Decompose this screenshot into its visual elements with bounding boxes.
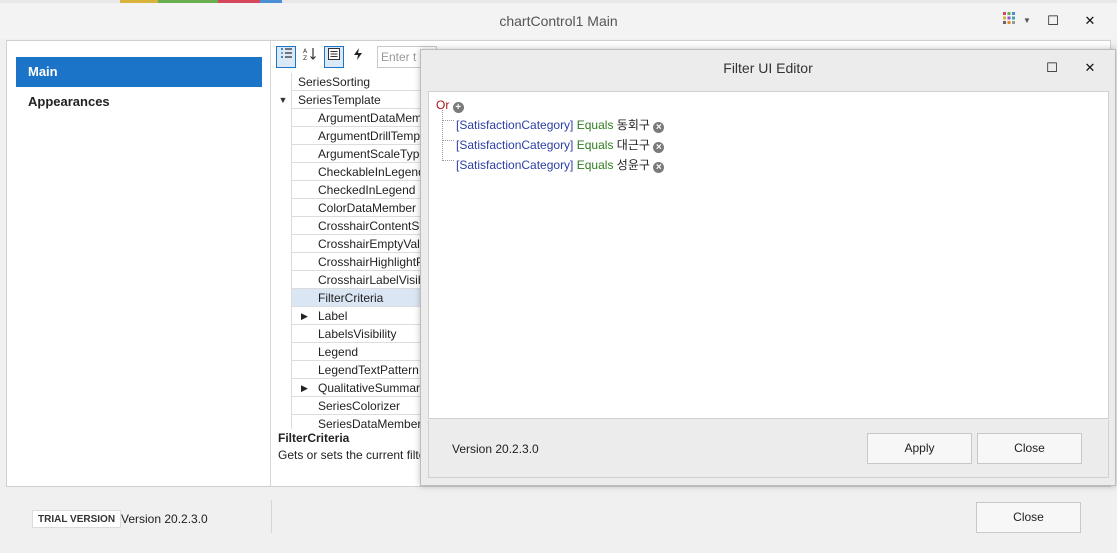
categorized-icon[interactable] bbox=[276, 46, 296, 68]
title-bar: chartControl1 Main ▼ ☐ ✕ bbox=[0, 3, 1117, 39]
dialog-close-icon[interactable]: ✕ bbox=[1079, 58, 1101, 78]
property-label: SeriesTemplate bbox=[291, 91, 425, 109]
tree-connector bbox=[442, 140, 454, 141]
property-row[interactable]: ArgumentScaleType bbox=[275, 145, 425, 163]
filter-group-row: Or + bbox=[436, 97, 464, 113]
tree-connector bbox=[442, 160, 454, 161]
dialog-maximize-button[interactable]: ☐ bbox=[1041, 58, 1063, 78]
property-label: QualitativeSummaryOptions bbox=[291, 379, 425, 397]
property-row-selected[interactable]: FilterCriteria bbox=[275, 289, 425, 307]
property-row[interactable]: SeriesSorting bbox=[275, 73, 425, 91]
close-button[interactable]: Close bbox=[976, 502, 1081, 533]
condition-operator[interactable]: Equals bbox=[577, 118, 614, 132]
property-row[interactable]: LegendTextPattern bbox=[275, 361, 425, 379]
property-row[interactable]: QualitativeSummaryOptions▶ bbox=[275, 379, 425, 397]
property-label: SeriesColorizer bbox=[291, 397, 425, 415]
dialog-close-button[interactable]: Close bbox=[977, 433, 1082, 464]
property-label: ArgumentScaleType bbox=[291, 145, 425, 163]
sidebar-item-appearances[interactable]: Appearances bbox=[16, 87, 262, 117]
expand-icon[interactable]: ▶ bbox=[301, 307, 308, 325]
property-label: CrosshairLabelVisibility bbox=[291, 271, 425, 289]
property-label: LegendTextPattern bbox=[291, 361, 425, 379]
sidebar-item-main[interactable]: Main bbox=[16, 57, 262, 87]
chevron-down-icon[interactable]: ▼ bbox=[1016, 11, 1038, 31]
sort-alpha-icon[interactable]: AZ bbox=[300, 46, 320, 68]
svg-text:A: A bbox=[303, 48, 308, 55]
property-grid: SeriesSorting ▼ SeriesTemplate ArgumentDa… bbox=[275, 73, 425, 429]
filter-condition: [SatisfactionCategory] Equals 대근구 × bbox=[456, 137, 665, 153]
property-label: CrosshairEmptyValueLegendText bbox=[291, 235, 425, 253]
condition-field[interactable]: [SatisfactionCategory] bbox=[456, 118, 573, 132]
condition-value[interactable]: 동회구 bbox=[617, 118, 650, 132]
property-row[interactable]: CheckableInLegend bbox=[275, 163, 425, 181]
condition-value[interactable]: 대근구 bbox=[617, 138, 650, 152]
condition-operator[interactable]: Equals bbox=[577, 138, 614, 152]
property-row[interactable]: CrosshairHighlightPoints bbox=[275, 253, 425, 271]
dialog-title: Filter UI Editor bbox=[723, 60, 813, 76]
condition-value[interactable]: 성윤구 bbox=[617, 158, 650, 172]
sidebar: Main Appearances bbox=[7, 41, 271, 486]
trial-version-badge: TRIAL VERSION bbox=[32, 510, 122, 528]
property-label: Legend bbox=[291, 343, 425, 361]
expand-icon[interactable]: ▶ bbox=[301, 379, 308, 397]
property-row[interactable]: SeriesDataMember bbox=[275, 415, 425, 429]
property-label: CheckableInLegend bbox=[291, 163, 425, 181]
property-label: SeriesDataMember bbox=[291, 415, 425, 429]
remove-circle-icon[interactable]: × bbox=[653, 162, 665, 173]
remove-circle-icon[interactable]: × bbox=[653, 122, 665, 133]
condition-operator[interactable]: Equals bbox=[577, 158, 614, 172]
property-label: LabelsVisibility bbox=[291, 325, 425, 343]
property-row[interactable]: ▼ SeriesTemplate bbox=[275, 91, 425, 109]
property-row[interactable]: Legend bbox=[275, 343, 425, 361]
property-row[interactable]: LabelsVisibility bbox=[275, 325, 425, 343]
property-label: CrosshairHighlightPoints bbox=[291, 253, 425, 271]
property-label: ColorDataMember bbox=[291, 199, 425, 217]
property-label: SeriesSorting bbox=[291, 73, 425, 91]
property-row[interactable]: CheckedInLegend bbox=[275, 181, 425, 199]
condition-field[interactable]: [SatisfactionCategory] bbox=[456, 138, 573, 152]
property-label: ArgumentDrillTemplate bbox=[291, 127, 425, 145]
footer-divider bbox=[271, 500, 272, 533]
property-label: Label bbox=[291, 307, 425, 325]
close-window-button[interactable]: ✕ bbox=[1079, 11, 1101, 31]
property-label: ArgumentDataMember bbox=[291, 109, 425, 127]
property-row[interactable]: CrosshairEmptyValueLegendText bbox=[275, 235, 425, 253]
expand-icon[interactable]: ▼ bbox=[275, 91, 291, 109]
lightning-icon[interactable] bbox=[348, 46, 368, 68]
filter-editor-dialog: Filter UI Editor ☐ ✕ Or + [SatisfactionC… bbox=[420, 49, 1116, 486]
svg-text:Z: Z bbox=[303, 55, 307, 61]
properties-icon[interactable] bbox=[324, 46, 344, 68]
property-row[interactable]: ArgumentDataMember bbox=[275, 109, 425, 127]
property-row[interactable]: CrosshairLabelVisibility bbox=[275, 271, 425, 289]
remove-circle-icon[interactable]: × bbox=[653, 142, 665, 153]
property-label: FilterCriteria bbox=[291, 289, 425, 307]
dialog-footer: Version 20.2.3.0 Apply Close bbox=[428, 420, 1109, 478]
filter-tree: Or + [SatisfactionCategory] Equals 동회구 ×… bbox=[428, 91, 1109, 419]
property-row[interactable]: ColorDataMember bbox=[275, 199, 425, 217]
condition-field[interactable]: [SatisfactionCategory] bbox=[456, 158, 573, 172]
window-title: chartControl1 Main bbox=[499, 13, 618, 29]
dialog-version-label: Version 20.2.3.0 bbox=[452, 442, 539, 456]
plus-circle-icon[interactable]: + bbox=[452, 102, 464, 113]
filter-condition: [SatisfactionCategory] Equals 성윤구 × bbox=[456, 157, 665, 173]
tree-connector bbox=[442, 110, 443, 161]
property-label: CheckedInLegend bbox=[291, 181, 425, 199]
property-label: CrosshairContentShowMode bbox=[291, 217, 425, 235]
tree-connector bbox=[442, 120, 454, 121]
property-row[interactable]: SeriesColorizer bbox=[275, 397, 425, 415]
version-label: Version 20.2.3.0 bbox=[121, 512, 208, 526]
property-row[interactable]: CrosshairContentShowMode bbox=[275, 217, 425, 235]
property-row[interactable]: ArgumentDrillTemplate bbox=[275, 127, 425, 145]
apply-button[interactable]: Apply bbox=[867, 433, 972, 464]
filter-condition: [SatisfactionCategory] Equals 동회구 × bbox=[456, 117, 665, 133]
property-row[interactable]: Label ▶ bbox=[275, 307, 425, 325]
property-description-title: FilterCriteria bbox=[278, 431, 350, 445]
property-description-text: Gets or sets the current filter criteria bbox=[278, 448, 423, 462]
maximize-button[interactable]: ☐ bbox=[1042, 11, 1064, 31]
